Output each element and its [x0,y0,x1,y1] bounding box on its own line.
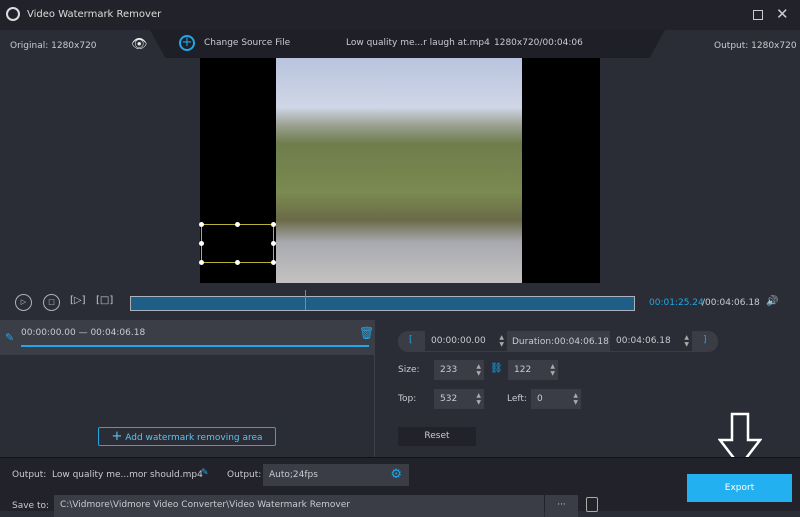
format-label: Output: [227,470,262,480]
output-format-select[interactable]: Auto;24fps ⚙ [263,464,409,486]
add-area-label: Add watermark removing area [125,433,263,443]
edit-name-icon[interactable]: ✎ [201,468,209,478]
maximize-icon[interactable] [753,10,763,20]
title-bar: Video Watermark Remover ✕ [0,0,800,30]
export-button[interactable]: Export [687,474,792,502]
link-ratio-icon[interactable]: ⛓ [490,363,503,374]
snapshot-button[interactable]: [□] [96,295,113,306]
end-time-input[interactable]: 00:04:06.18 ▲ ▼ [610,331,692,351]
timeline-slider[interactable] [130,290,635,311]
output-resolution: Output: 1280x720 [714,41,797,51]
open-folder-icon[interactable] [586,497,598,512]
height-input[interactable]: 122 ▲ ▼ [508,360,558,380]
browse-button[interactable]: ··· [545,495,578,517]
save-path-input[interactable]: C:\Vidmore\Vidmore Video Converter\Video… [54,495,544,517]
top-label: Top: [398,394,417,404]
add-circle-icon[interactable]: + [179,35,195,51]
stop-button[interactable]: □ [43,294,60,311]
end-bracket[interactable]: ] [703,335,707,345]
playhead[interactable] [305,290,307,310]
plus-icon: + [111,429,123,444]
video-frame [276,58,522,283]
volume-icon[interactable]: 🔊 [766,296,778,307]
play-button[interactable]: ▷ [15,294,32,311]
file-info: 1280x720/00:04:06 [494,38,583,48]
add-area-button[interactable]: + Add watermark removing area [98,427,276,446]
start-bracket[interactable]: [ [409,335,413,345]
top-input[interactable]: 532 ▲ ▼ [434,389,484,409]
size-label: Size: [398,365,420,375]
duration: Duration:00:04:06.18 [512,337,609,347]
total-time: /00:04:06.18 [702,298,760,308]
left-input[interactable]: 0 ▲ ▼ [531,389,581,409]
change-source-button[interactable]: Change Source File [204,38,290,48]
app-logo-icon [6,7,20,21]
output-filename: Low quality me...mor should.mp4 [52,470,203,480]
output-label: Output: [12,470,47,480]
delete-icon[interactable]: 🗑 [359,326,374,340]
brush-icon: ✎ [5,331,15,344]
eye-toggle-icon[interactable]: 👁 [131,37,148,52]
segment-row[interactable]: ✎ 00:00:00.00 — 00:04:06.18 🗑 [0,320,375,355]
settings-gear-icon: ⚙ [390,467,402,482]
file-name: Low quality me...r laugh at.mp4 [346,38,490,48]
segment-range: 00:00:00.00 — 00:04:06.18 [21,328,146,338]
left-label: Left: [507,394,527,404]
watermark-selection-box[interactable] [199,222,276,265]
current-time: 00:01:25.24 [649,298,704,308]
start-time-input[interactable]: 00:00:00.00 ▲ ▼ [425,331,507,351]
next-frame-button[interactable]: [▷] [70,295,86,306]
original-resolution: Original: 1280x720 [10,41,97,51]
app-title: Video Watermark Remover [27,9,162,20]
reset-button[interactable]: Reset [398,427,476,446]
save-to-label: Save to: [12,501,50,511]
width-input[interactable]: 233 ▲ ▼ [434,360,484,380]
segment-bar[interactable] [21,345,369,347]
close-icon[interactable]: ✕ [776,5,789,23]
